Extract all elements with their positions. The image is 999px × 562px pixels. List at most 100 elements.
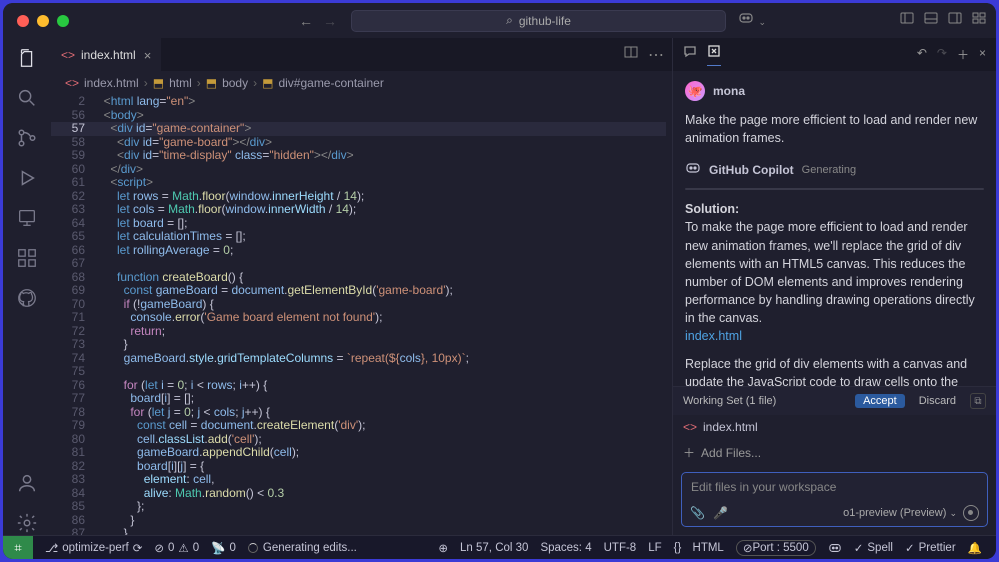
send-button[interactable] [963, 505, 979, 521]
run-debug-icon[interactable] [15, 166, 39, 190]
eol[interactable]: LF [642, 542, 667, 554]
code-line[interactable]: 81 gameBoard.appendChild(cell); [51, 446, 666, 460]
spell-check[interactable]: Spell [848, 541, 899, 555]
code-line[interactable]: 82 board[i][j] = { [51, 460, 666, 474]
accounts-icon[interactable] [15, 471, 39, 495]
code-line[interactable]: 87 } [51, 527, 666, 535]
line-number: 77 [51, 392, 97, 406]
code-line[interactable]: 85 }; [51, 500, 666, 514]
code-content: if (!gameBoard) { [97, 298, 214, 312]
new-chat-icon[interactable]: ＋ [957, 46, 969, 63]
references-header[interactable]: ⌄Used 1 reference [686, 189, 983, 190]
close-tab-icon[interactable]: × [144, 48, 152, 63]
extensions-icon[interactable] [15, 246, 39, 270]
split-editor-icon[interactable] [624, 45, 638, 64]
problems[interactable]: ⊘0 ⚠0 [148, 541, 205, 555]
search-icon[interactable] [15, 86, 39, 110]
code-editor[interactable]: 2 <html lang="en">56 <body>57 <div id="g… [51, 95, 672, 535]
tab-index-html[interactable]: <> index.html × [51, 38, 161, 71]
nav-back-icon[interactable]: ← [299, 13, 313, 29]
code-line[interactable]: 56 <body> [51, 109, 666, 123]
explorer-icon[interactable] [15, 46, 39, 70]
undo-icon[interactable]: ↶ [917, 46, 927, 63]
code-content: } [97, 338, 128, 352]
source-control-icon[interactable] [15, 126, 39, 150]
breadcrumb[interactable]: <> index.html › ⬒ html › ⬒ body › ⬒ div#… [51, 71, 672, 95]
code-line[interactable]: 63 let cols = Math.floor(window.innerWid… [51, 203, 666, 217]
remote-indicator[interactable]: ⌗ [3, 536, 33, 560]
settings-gear-icon[interactable] [15, 511, 39, 535]
code-line[interactable]: 61 <script> [51, 176, 666, 190]
code-line[interactable]: 69 const gameBoard = document.getElement… [51, 284, 666, 298]
code-line[interactable]: 78 for (let j = 0; j < cols; j++) { [51, 406, 666, 420]
code-line[interactable]: 64 let board = []; [51, 217, 666, 231]
edit-mode-icon[interactable] [707, 44, 721, 66]
panel-right-icon[interactable] [948, 11, 962, 30]
copilot-status-icon[interactable] [822, 542, 848, 554]
discard-button[interactable]: Discard [911, 394, 964, 408]
close-window-icon[interactable] [17, 15, 29, 27]
file-link[interactable]: index.html [685, 329, 742, 343]
redo-icon[interactable]: ↷ [937, 46, 947, 63]
code-line[interactable]: 59 <div id="time-display" class="hidden"… [51, 149, 666, 163]
port-status[interactable]: ⊘ Port : 5500 [730, 540, 822, 556]
copilot-titlebar-icon[interactable]: ⌄ [738, 11, 766, 30]
live-server-icon[interactable]: ⊕ [432, 541, 454, 555]
maximize-window-icon[interactable] [57, 15, 69, 27]
working-set-item[interactable]: <> index.html [673, 415, 996, 439]
prettier-status[interactable]: Prettier [899, 541, 962, 555]
code-line[interactable]: 86 } [51, 514, 666, 528]
diff-icon[interactable]: ⧉ [970, 393, 986, 409]
add-files-button[interactable]: ＋ Add Files... [673, 439, 996, 466]
code-line[interactable]: 2 <html lang="en"> [51, 95, 666, 109]
code-line[interactable]: 84 alive: Math.random() < 0.3 [51, 487, 666, 501]
code-line[interactable]: 66 let rollingAverage = 0; [51, 244, 666, 258]
panel-left-icon[interactable] [900, 11, 914, 30]
code-line[interactable]: 73 } [51, 338, 666, 352]
code-line[interactable]: 62 let rows = Math.floor(window.innerHei… [51, 190, 666, 204]
command-center[interactable]: ⌕ github-life [351, 10, 726, 32]
line-number: 64 [51, 217, 97, 231]
code-line[interactable]: 79 const cell = document.createElement('… [51, 419, 666, 433]
code-line[interactable]: 80 cell.classList.add('cell'); [51, 433, 666, 447]
customize-layout-icon[interactable] [972, 11, 986, 30]
code-line[interactable]: 60 </div> [51, 163, 666, 177]
generating-status[interactable]: Generating edits... [242, 542, 363, 554]
code-line[interactable]: 77 board[i] = []; [51, 392, 666, 406]
code-line[interactable]: 76 for (let i = 0; i < rows; i++) { [51, 379, 666, 393]
chat-input[interactable]: Edit files in your workspace 📎 🎤 o1-prev… [681, 472, 988, 527]
remote-explorer-icon[interactable] [15, 206, 39, 230]
code-line[interactable]: 58 <div id="game-board"></div> [51, 136, 666, 150]
chat-icon[interactable] [683, 44, 697, 66]
nav-forward-icon[interactable]: → [323, 13, 337, 29]
code-line[interactable]: 75 [51, 365, 666, 379]
code-line[interactable]: 65 let calculationTimes = []; [51, 230, 666, 244]
more-actions-icon[interactable]: ⋯ [648, 45, 664, 65]
attach-icon[interactable]: 📎 [690, 506, 705, 520]
indentation[interactable]: Spaces: 4 [534, 542, 597, 554]
line-number: 57 [51, 122, 97, 136]
close-panel-icon[interactable]: × [979, 46, 986, 63]
mic-icon[interactable]: 🎤 [713, 506, 728, 520]
encoding[interactable]: UTF-8 [598, 542, 643, 554]
code-line[interactable]: 72 return; [51, 325, 666, 339]
cursor-position[interactable]: Ln 57, Col 30 [454, 542, 534, 554]
code-line[interactable]: 67 [51, 257, 666, 271]
minimize-window-icon[interactable] [37, 15, 49, 27]
accept-button[interactable]: Accept [855, 394, 905, 408]
github-icon[interactable] [15, 286, 39, 310]
panel-bottom-icon[interactable] [924, 11, 938, 30]
code-line[interactable]: 83 element: cell, [51, 473, 666, 487]
ports[interactable]: 📡0 [205, 541, 242, 555]
line-number: 79 [51, 419, 97, 433]
git-branch[interactable]: ⎇ optimize-perf ⟳ [39, 541, 148, 555]
code-line[interactable]: 74 gameBoard.style.gridTemplateColumns =… [51, 352, 666, 366]
code-line[interactable]: 68 function createBoard() { [51, 271, 666, 285]
notifications-icon[interactable]: 🔔 [962, 541, 988, 555]
model-picker[interactable]: o1-preview (Preview) ⌄ [843, 507, 957, 519]
code-line[interactable]: 71 console.error('Game board element not… [51, 311, 666, 325]
code-line[interactable]: 70 if (!gameBoard) { [51, 298, 666, 312]
line-number: 75 [51, 365, 97, 379]
code-line[interactable]: 57 <div id="game-container"> [51, 122, 666, 136]
language-mode[interactable]: {} HTML [668, 542, 730, 554]
